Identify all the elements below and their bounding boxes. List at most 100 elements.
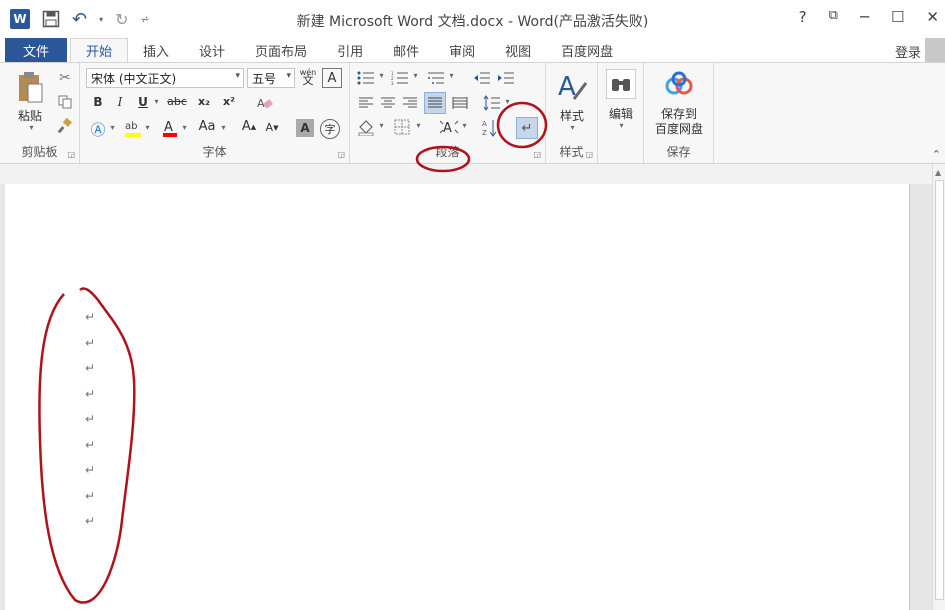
change-case-button[interactable]: Aa (195, 119, 219, 134)
font-size-dropdown-icon[interactable]: ▾ (286, 71, 291, 81)
justify-icon[interactable] (424, 92, 446, 114)
borders-icon[interactable] (392, 117, 412, 137)
underline-dropdown-icon[interactable]: ▾ (152, 97, 160, 106)
paragraph-mark: ↵ (85, 437, 96, 452)
format-painter-icon[interactable] (56, 117, 74, 135)
font-group-label: 字体 (202, 145, 227, 159)
tab-baidu-netdisk[interactable]: 百度网盘 (546, 38, 628, 63)
strikethrough-button[interactable]: abc (165, 95, 189, 108)
document-page[interactable]: ↵ ↵ ↵ ↵ ↵ ↵ ↵ ↵ ↵ (5, 184, 910, 610)
tab-home[interactable]: 开始 (70, 38, 129, 63)
highlight-color-icon[interactable]: ab (122, 117, 144, 139)
font-name-dropdown-icon[interactable]: ▾ (235, 71, 240, 81)
change-case-dropdown-icon[interactable]: ▾ (219, 123, 227, 132)
italic-button[interactable]: I (112, 95, 128, 109)
styles-button-label[interactable]: 样式 (550, 107, 594, 124)
editing-group: 编辑 ▾ (598, 63, 644, 163)
grow-font-button[interactable]: A ▲ (240, 119, 258, 134)
shading-dropdown-icon[interactable]: ▾ (377, 121, 385, 130)
scroll-thumb[interactable] (935, 180, 944, 600)
scroll-up-icon[interactable]: ▲ (935, 168, 941, 177)
superscript-button[interactable]: x² (220, 95, 238, 108)
paragraph-mark: ↵ (85, 488, 96, 503)
font-color-dropdown-icon[interactable]: ▾ (180, 123, 188, 132)
paragraph-mark: ↵ (85, 412, 96, 426)
document-area: ↵ ↵ ↵ ↵ ↵ ↵ ↵ ↵ ↵ ▲ (0, 164, 945, 610)
tab-view[interactable]: 视图 (490, 38, 546, 63)
increase-indent-icon[interactable] (496, 69, 516, 87)
tab-page-layout[interactable]: 页面布局 (240, 38, 322, 63)
close-button[interactable]: ✕ (926, 8, 939, 26)
paste-icon[interactable] (14, 69, 46, 107)
tab-insert[interactable]: 插入 (128, 38, 184, 63)
styles-dialog-launcher-icon[interactable]: ◲ (585, 150, 593, 159)
bold-button[interactable]: B (90, 95, 106, 109)
copy-icon[interactable] (56, 93, 74, 111)
vertical-scrollbar[interactable]: ▲ (932, 164, 945, 610)
font-name-combo[interactable]: 宋体 (中文正文) ▾ (86, 68, 244, 88)
shrink-font-button[interactable]: A ▼ (263, 121, 281, 134)
character-shading-button[interactable]: A (296, 119, 314, 137)
ribbon-display-options-button[interactable]: ⧉ (829, 8, 838, 26)
paste-label[interactable]: 粘贴 (10, 107, 50, 124)
distributed-icon[interactable] (450, 93, 470, 113)
clipboard-dialog-launcher-icon[interactable]: ◲ (67, 150, 75, 159)
align-center-icon[interactable] (378, 93, 398, 113)
show-hide-formatting-marks-button[interactable]: ↵ (516, 117, 538, 139)
phonetic-guide-icon[interactable]: wén 文 (298, 67, 318, 87)
shading-icon[interactable] (356, 117, 376, 137)
font-group: 宋体 (中文正文) ▾ 五号 ▾ wén 文 A B I U ▾ abc x₂ x… (80, 63, 350, 163)
align-right-icon[interactable] (400, 93, 420, 113)
editing-button-label[interactable]: 编辑 (600, 105, 642, 122)
paste-dropdown-icon[interactable]: ▾ (26, 123, 36, 132)
text-effects-icon[interactable]: Ⓐ (88, 119, 108, 140)
tab-file[interactable]: 文件 (5, 38, 67, 63)
collapse-ribbon-icon[interactable]: ⌃ (932, 148, 941, 161)
multilevel-list-icon[interactable] (426, 69, 446, 87)
font-size-combo[interactable]: 五号 ▾ (247, 68, 295, 88)
bullets-dropdown-icon[interactable]: ▾ (377, 71, 385, 80)
underline-button[interactable]: U (135, 95, 151, 109)
align-left-icon[interactable] (356, 93, 376, 113)
svg-text:A: A (443, 121, 452, 136)
tab-design[interactable]: 设计 (184, 38, 240, 63)
font-color-icon[interactable]: A (160, 117, 180, 139)
cut-icon[interactable]: ✂ (56, 69, 74, 87)
tab-mailings[interactable]: 邮件 (378, 38, 434, 63)
borders-dropdown-icon[interactable]: ▾ (414, 121, 422, 130)
editing-dropdown-icon[interactable]: ▾ (617, 121, 625, 130)
paragraph-mark: ↵ (85, 361, 96, 375)
text-effects-dropdown-icon[interactable]: ▾ (108, 123, 116, 132)
character-border-icon[interactable]: A (322, 68, 342, 88)
clear-formatting-icon[interactable]: A (254, 93, 276, 115)
subscript-button[interactable]: x₂ (195, 95, 213, 108)
numbering-dropdown-icon[interactable]: ▾ (411, 71, 419, 80)
line-spacing-dropdown-icon[interactable]: ▾ (503, 97, 511, 106)
decrease-indent-icon[interactable] (472, 69, 492, 87)
help-button[interactable]: ? (799, 8, 807, 26)
styles-icon[interactable]: A (556, 69, 588, 105)
bullets-icon[interactable] (356, 69, 376, 87)
paragraph-mark: ↵ (85, 514, 96, 528)
font-dialog-launcher-icon[interactable]: ◲ (337, 150, 345, 159)
tab-references[interactable]: 引用 (322, 38, 378, 63)
line-spacing-icon[interactable] (482, 93, 502, 113)
enclose-characters-button[interactable]: 字 (320, 119, 340, 139)
paragraph-dialog-launcher-icon[interactable]: ◲ (533, 150, 541, 159)
highlight-dropdown-icon[interactable]: ▾ (143, 123, 151, 132)
styles-dropdown-icon[interactable]: ▾ (568, 123, 576, 132)
sign-in-link[interactable]: 登录 (895, 42, 921, 61)
save-to-baidu-button[interactable]: 保存到 百度网盘 (644, 107, 714, 137)
paragraph-group: ▾ 123 ▾ ▾ ▾ ▾ ▾ A ▾ A Z ↵ 段落 ◲ (350, 63, 546, 163)
multilevel-list-dropdown-icon[interactable]: ▾ (447, 71, 455, 80)
binoculars-icon[interactable] (606, 69, 636, 99)
baidu-netdisk-icon[interactable] (664, 69, 694, 99)
sort-icon[interactable]: AZ (480, 117, 500, 139)
tab-review[interactable]: 审阅 (434, 38, 490, 63)
avatar[interactable] (925, 38, 945, 62)
maximize-button[interactable]: ☐ (891, 8, 904, 26)
numbering-icon[interactable]: 123 (390, 69, 410, 87)
chinese-layout-icon[interactable]: A (438, 117, 460, 137)
minimize-button[interactable]: ─ (860, 8, 869, 26)
chinese-layout-dropdown-icon[interactable]: ▾ (460, 121, 468, 130)
